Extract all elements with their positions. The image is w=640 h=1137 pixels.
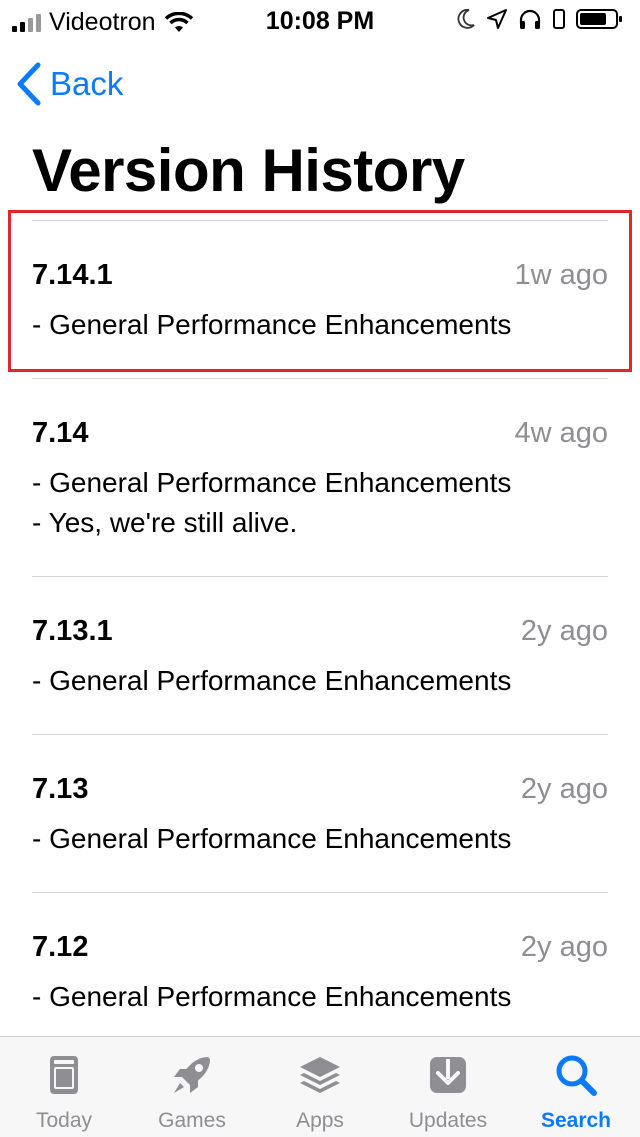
release-note: - General Performance Enhancements: [32, 823, 512, 854]
headphones-icon: [519, 9, 541, 29]
version-item-7-12: 7.12 2y ago - General Performance Enhanc…: [32, 893, 608, 1050]
tab-label: Updates: [408, 1109, 488, 1132]
status-bar: Videotron 10:08 PM: [0, 0, 640, 40]
tab-search[interactable]: Search: [512, 1037, 640, 1137]
version-item-7-14-1: 7.14.1 1w ago - General Performance Enha…: [32, 221, 608, 378]
version-number: 7.14.1: [32, 259, 113, 291]
version-item-7-14: 7.14 4w ago - General Performance Enhanc…: [32, 379, 608, 576]
tab-label: Today: [35, 1109, 93, 1132]
release-note: - General Performance Enhancements: [32, 665, 512, 696]
release-note: - General Performance Enhancements: [32, 309, 512, 340]
version-date: 2y ago: [520, 773, 608, 805]
tab-games[interactable]: Games: [128, 1037, 256, 1137]
moon-icon: [457, 9, 475, 29]
location-arrow-icon: [487, 9, 507, 29]
version-date: 1w ago: [514, 259, 608, 291]
today-icon: [50, 1056, 78, 1094]
tab-label: Games: [158, 1109, 226, 1132]
version-list: 7.14.1 1w ago - General Performance Enha…: [32, 220, 608, 1050]
status-right: [456, 8, 624, 30]
page-title: Version History: [32, 137, 465, 204]
tab-bar: Today Games Apps Updates Search: [0, 1036, 640, 1137]
release-note: - Yes, we're still alive.: [32, 507, 298, 538]
version-item-7-13-1: 7.13.1 2y ago - General Performance Enha…: [32, 577, 608, 734]
version-date: 4w ago: [514, 417, 608, 449]
version-number: 7.12: [32, 931, 89, 963]
version-number: 7.14: [32, 417, 89, 449]
search-icon: [556, 1055, 597, 1096]
version-item-7-13: 7.13 2y ago - General Performance Enhanc…: [32, 735, 608, 892]
tab-updates[interactable]: Updates: [384, 1037, 512, 1137]
rotation-lock-icon: [553, 9, 565, 29]
chevron-left-icon: [17, 62, 41, 106]
back-button[interactable]: Back: [16, 62, 123, 106]
download-icon: [430, 1057, 466, 1093]
release-note: - General Performance Enhancements: [32, 981, 512, 1012]
version-date: 2y ago: [520, 615, 608, 647]
version-date: 2y ago: [520, 931, 608, 963]
tab-apps[interactable]: Apps: [256, 1037, 384, 1137]
back-label: Back: [50, 65, 124, 102]
release-note: - General Performance Enhancements: [32, 467, 512, 498]
tab-label: Apps: [296, 1109, 344, 1132]
tab-label: Search: [540, 1109, 612, 1132]
version-number: 7.13.1: [32, 615, 113, 647]
rocket-icon: [174, 1057, 210, 1093]
battery-icon: [576, 9, 622, 29]
version-number: 7.13: [32, 773, 89, 805]
tab-today[interactable]: Today: [0, 1037, 128, 1137]
layers-icon: [300, 1057, 340, 1093]
